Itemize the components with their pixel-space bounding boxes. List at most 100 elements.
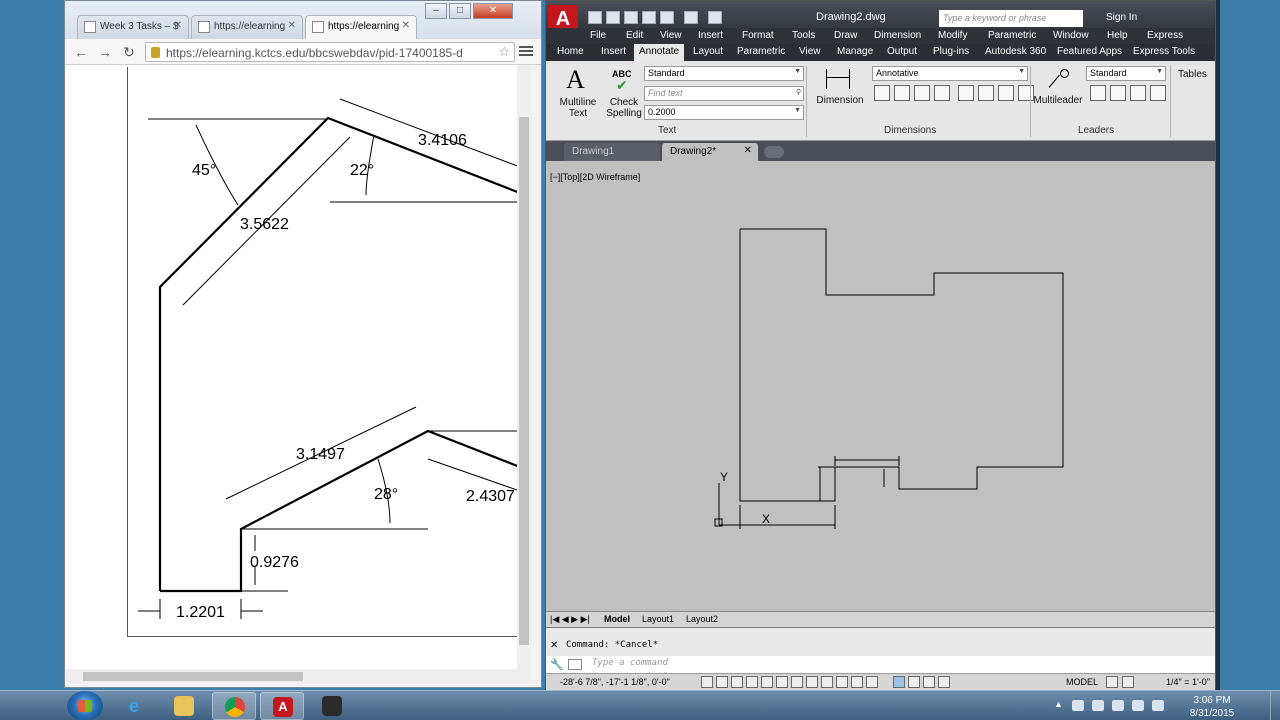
doc-tab-drawing1[interactable]: Drawing1 — [564, 143, 660, 161]
leader-style-dropdown[interactable]: Standard ▼ — [1086, 66, 1166, 81]
menu-view[interactable]: View — [660, 30, 682, 41]
redo-icon[interactable] — [708, 11, 722, 24]
ducs-icon[interactable] — [821, 676, 833, 688]
tab-close-icon[interactable]: ✕ — [174, 20, 182, 31]
menu-parametric[interactable]: Parametric — [988, 30, 1036, 41]
clock-time[interactable]: 3:06 PM — [1184, 695, 1240, 706]
close-doc-icon[interactable]: ✕ — [744, 145, 752, 156]
tab-home[interactable]: Home — [552, 46, 589, 57]
command-input[interactable]: Type a command — [592, 658, 668, 668]
close-button[interactable]: ✕ — [473, 3, 513, 19]
sign-in-link[interactable]: Sign In — [1106, 12, 1137, 23]
file-explorer-taskbar-button[interactable] — [162, 692, 206, 720]
maximize-button[interactable]: □ — [449, 3, 471, 19]
align-leaders-icon[interactable] — [1130, 85, 1146, 101]
dim-break-icon[interactable] — [958, 85, 974, 101]
action-center-icon[interactable] — [1072, 700, 1084, 711]
dimensions-panel-title[interactable]: Dimensions — [884, 125, 936, 136]
back-arrow-icon[interactable]: ← — [71, 43, 91, 61]
osnap-icon[interactable] — [776, 676, 788, 688]
start-button[interactable] — [67, 691, 103, 720]
undo-icon[interactable] — [684, 11, 698, 24]
selection-cycling-icon[interactable] — [908, 676, 920, 688]
new-file-icon[interactable] — [588, 11, 602, 24]
new-drawing-tab-icon[interactable] — [764, 146, 784, 158]
infer-constraints-icon[interactable] — [701, 676, 713, 688]
close-command-icon[interactable]: ✕ — [550, 640, 558, 651]
recorder-taskbar-button[interactable] — [310, 692, 354, 720]
save-as-icon[interactable] — [642, 11, 656, 24]
remove-leader-icon[interactable] — [1110, 85, 1126, 101]
tab-plug-ins[interactable]: Plug-ins — [928, 46, 974, 57]
lineweight-icon[interactable] — [851, 676, 863, 688]
quick-view-layouts-icon[interactable] — [1106, 676, 1118, 688]
menu-draw[interactable]: Draw — [834, 30, 857, 41]
minimize-button[interactable]: – — [425, 3, 447, 19]
quick-properties-icon[interactable] — [893, 676, 905, 688]
menu-dimension[interactable]: Dimension — [874, 30, 921, 41]
tab-autodesk-360[interactable]: Autodesk 360 — [980, 46, 1051, 57]
find-binoculars-icon[interactable]: ⚲ — [796, 88, 801, 96]
browser-tab-elearning-1[interactable]: https://elearning ✕ — [191, 15, 303, 39]
command-input-row[interactable]: 🔧 Type a command — [546, 656, 1215, 674]
tab-layout[interactable]: Layout — [688, 46, 728, 57]
annotation-monitor-icon[interactable] — [923, 676, 935, 688]
wrench-icon[interactable]: 🔧 — [550, 658, 564, 671]
tables-panel-label[interactable]: Tables — [1178, 69, 1207, 80]
tab-model[interactable]: Model — [604, 614, 630, 624]
quick-dim-icon[interactable] — [894, 85, 910, 101]
continue-dim-icon[interactable] — [874, 85, 890, 101]
menu-insert[interactable]: Insert — [698, 30, 723, 41]
forward-arrow-icon[interactable]: → — [95, 43, 115, 61]
bookmark-star-icon[interactable]: ☆ — [498, 44, 510, 60]
tab-parametric[interactable]: Parametric — [732, 46, 790, 57]
menu-express[interactable]: Express — [1147, 30, 1183, 41]
save-icon[interactable] — [624, 11, 638, 24]
dim-space-icon[interactable] — [934, 85, 950, 101]
battery-icon[interactable] — [1152, 700, 1164, 711]
open-file-icon[interactable] — [606, 11, 620, 24]
chrome-taskbar-button[interactable] — [212, 692, 256, 720]
tab-close-icon[interactable]: ✕ — [402, 20, 410, 31]
drawing-viewport[interactable]: [−][Top][2D Wireframe] Y X — [546, 161, 1215, 611]
network-icon[interactable] — [1112, 700, 1124, 711]
menu-edit[interactable]: Edit — [626, 30, 643, 41]
cloud-icon[interactable] — [1092, 700, 1104, 711]
browser-tab-elearning-2[interactable]: https://elearning ✕ — [305, 15, 417, 39]
menu-help[interactable]: Help — [1107, 30, 1128, 41]
show-hidden-icons-icon[interactable]: ▲ — [1054, 699, 1063, 709]
check-spelling-button[interactable]: ABC ✔ Check Spelling — [606, 65, 642, 121]
text-height-dropdown[interactable]: 0.2000 ▼ — [644, 105, 804, 120]
tab-view[interactable]: View — [794, 46, 826, 57]
menu-modify[interactable]: Modify — [938, 30, 967, 41]
doc-tab-drawing2[interactable]: Drawing2* ✕ — [662, 143, 758, 161]
quick-view-drawings-icon[interactable] — [1122, 676, 1134, 688]
tab-output[interactable]: Output — [882, 46, 922, 57]
collect-leaders-icon[interactable] — [1150, 85, 1166, 101]
otrack-icon[interactable] — [806, 676, 818, 688]
print-icon[interactable] — [660, 11, 674, 24]
tab-manage[interactable]: Manage — [832, 46, 878, 57]
menu-file[interactable]: File — [590, 30, 606, 41]
tab-featured-apps[interactable]: Featured Apps — [1052, 46, 1127, 57]
add-leader-icon[interactable] — [1090, 85, 1106, 101]
tab-layout2[interactable]: Layout2 — [686, 614, 718, 624]
show-desktop-button[interactable] — [1270, 691, 1280, 720]
tab-layout1[interactable]: Layout1 — [642, 614, 674, 624]
address-bar[interactable]: https://elearning.kctcs.edu/bbcswebdav/p… — [145, 42, 515, 62]
model-space-toggle[interactable]: MODEL — [1066, 677, 1098, 687]
multileader-button[interactable]: Multileader — [1032, 65, 1084, 121]
help-search-input[interactable]: Type a keyword or phrase — [939, 10, 1083, 27]
text-panel-title[interactable]: Text — [658, 125, 676, 136]
units-icon[interactable] — [938, 676, 950, 688]
tab-close-icon[interactable]: ✕ — [288, 20, 296, 31]
ortho-icon[interactable] — [746, 676, 758, 688]
menu-tools[interactable]: Tools — [792, 30, 815, 41]
jogged-linear-icon[interactable] — [998, 85, 1014, 101]
horizontal-scrollbar[interactable] — [65, 669, 531, 683]
volume-icon[interactable] — [1132, 700, 1144, 711]
leaders-panel-title[interactable]: Leaders — [1078, 125, 1114, 136]
transparency-icon[interactable] — [866, 676, 878, 688]
dimension-button[interactable]: Dimension — [812, 65, 868, 121]
dim-style-dropdown[interactable]: Annotative ▼ — [872, 66, 1028, 81]
